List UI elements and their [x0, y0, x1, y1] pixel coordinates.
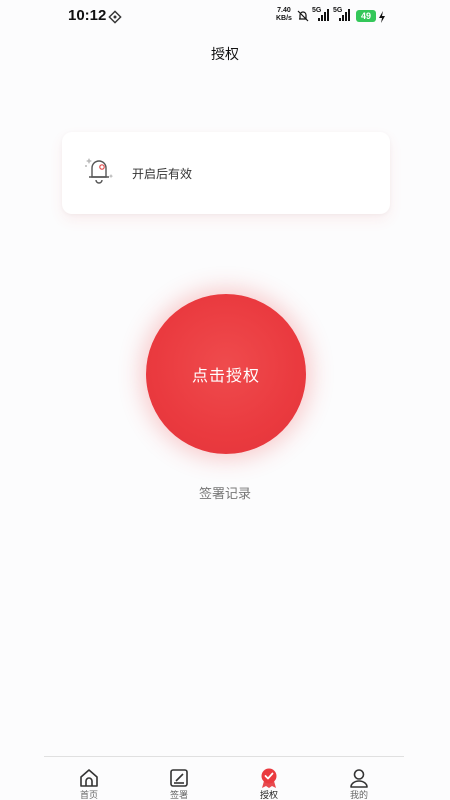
bell-icon [85, 158, 114, 184]
page-title: 授权 [211, 47, 239, 63]
mute-icon [297, 10, 309, 22]
signal-2: 5G [333, 7, 353, 23]
nav-label-sign: 签署 [169, 791, 188, 800]
sign-icon [170, 769, 188, 787]
nav-label-home: 首页 [79, 791, 98, 800]
notice-text: 开启后有效 [132, 167, 193, 181]
authorize-button[interactable]: 点击授权 [146, 294, 306, 454]
bottom-nav: 首页 签署 授权 我的 [44, 756, 404, 800]
charging-icon [379, 11, 385, 23]
nav-label-mine: 我的 [349, 791, 368, 800]
network-speed-value: 7.40 [277, 7, 291, 14]
nav-item-mine[interactable]: 我的 [314, 757, 404, 800]
nav-label-authorize: 授权 [259, 791, 278, 800]
nav-item-home[interactable]: 首页 [44, 757, 134, 800]
authorize-button-label: 点击授权 [191, 366, 260, 385]
user-icon [350, 769, 368, 788]
nav-item-sign[interactable]: 签署 [134, 757, 224, 800]
signal-1-label: 5G [312, 7, 322, 14]
nav-item-authorize[interactable]: 授权 [224, 757, 314, 800]
home-icon [80, 769, 98, 787]
status-bar: 10:12 7.40 KB/s 5G 5G 49 [0, 0, 450, 32]
battery-indicator: 49 [356, 10, 376, 22]
authorize-badge-icon [261, 768, 277, 788]
authorize-screen: 10:12 7.40 KB/s 5G 5G 49 授权 开启后有效 点击授权 签… [0, 0, 450, 800]
notice-card: 开启后有效 [62, 132, 390, 214]
signing-records-link[interactable]: 签署记录 [0, 483, 450, 502]
sync-status-icon [108, 10, 122, 24]
status-time: 10:12 [68, 7, 107, 24]
signal-2-label: 5G [333, 7, 343, 14]
network-speed: 7.40 KB/s [276, 7, 292, 23]
network-speed-unit: KB/s [276, 15, 292, 22]
signal-1: 5G [312, 7, 332, 23]
